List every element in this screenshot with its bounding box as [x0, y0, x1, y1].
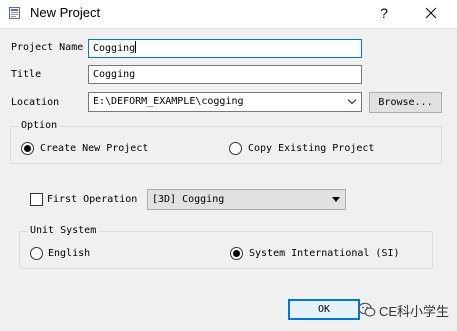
- unit-system-group-title: Unit System: [28, 225, 99, 236]
- title-input[interactable]: Cogging: [88, 65, 362, 84]
- location-value: E:\DEFORM_EXAMPLE\cogging: [93, 96, 244, 107]
- project-name-input[interactable]: Cogging: [88, 39, 362, 58]
- browse-button[interactable]: Browse...: [369, 92, 442, 113]
- chevron-down-icon[interactable]: [347, 97, 357, 106]
- window-titlebar[interactable]: New Project ?: [0, 0, 457, 28]
- system-international-label[interactable]: System International (SI): [249, 248, 400, 259]
- wechat-icon: [358, 302, 376, 317]
- window-title: New Project: [30, 5, 101, 20]
- copy-existing-project-label[interactable]: Copy Existing Project: [248, 143, 374, 154]
- app-icon: [9, 7, 20, 19]
- ok-button[interactable]: OK: [288, 299, 360, 320]
- create-new-project-label[interactable]: Create New Project: [40, 143, 148, 154]
- dropdown-arrow-icon: [332, 197, 340, 202]
- first-operation-dropdown[interactable]: [3D] Cogging: [147, 189, 346, 210]
- first-operation-checkbox[interactable]: [30, 193, 43, 206]
- location-combobox[interactable]: E:\DEFORM_EXAMPLE\cogging: [88, 92, 362, 112]
- close-icon[interactable]: [420, 3, 442, 23]
- project-name-value: Cogging: [93, 43, 136, 54]
- watermark-text: CE科小学生: [379, 304, 450, 319]
- text-caret: [135, 41, 137, 53]
- english-label[interactable]: English: [48, 248, 90, 259]
- help-button[interactable]: ?: [376, 4, 392, 22]
- title-label: Title: [11, 69, 42, 80]
- copy-existing-project-radio[interactable]: [229, 142, 242, 155]
- first-operation-label[interactable]: First Operation: [47, 194, 137, 205]
- first-operation-value: [3D] Cogging: [152, 194, 225, 205]
- create-new-project-radio[interactable]: [21, 142, 34, 155]
- location-label: Location: [11, 97, 60, 108]
- system-international-radio[interactable]: [230, 247, 243, 260]
- english-radio[interactable]: [30, 247, 43, 260]
- project-name-label: Project Name: [11, 42, 84, 53]
- option-group-title: Option: [19, 120, 60, 131]
- titlebar-divider: [0, 28, 457, 29]
